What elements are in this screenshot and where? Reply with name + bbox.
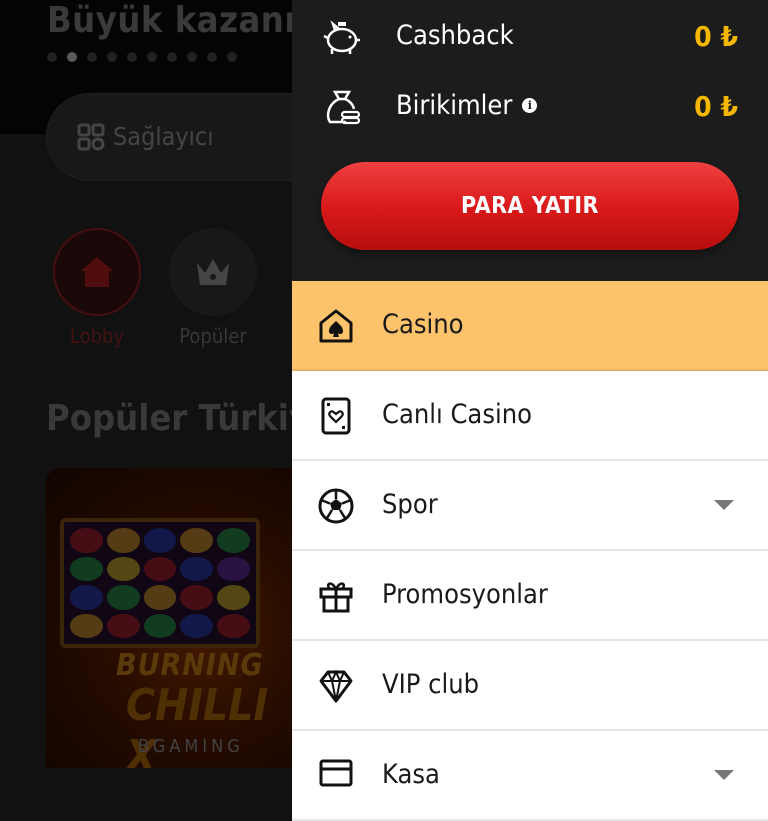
menu-item-sports[interactable]: Spor [292,461,768,551]
savings-row: Birikimler i 0 ₺ [292,78,768,138]
menu-item-vip-club[interactable]: VIP club [292,641,768,731]
menu-item-promotions[interactable]: Promosyonlar [292,551,768,641]
menu-item-casino[interactable]: Casino [292,281,768,371]
savings-name: Birikimler i [396,90,538,121]
main-menu: Casino Canlı Casino Spor Promosyonlar VI… [292,281,768,821]
menu-item-label: Spor [382,489,438,520]
info-icon[interactable]: i [522,98,538,113]
menu-item-cashier[interactable]: Kasa [292,731,768,821]
gift-icon [319,582,353,613]
chevron-down-icon[interactable] [714,500,734,510]
money-bag-icon [326,90,361,125]
savings-amount: 0 ₺ [694,90,738,123]
menu-item-label: VIP club [382,669,480,700]
chevron-down-icon[interactable] [714,770,734,780]
soccer-ball-icon [318,488,354,524]
diamond-icon [319,669,353,703]
piggy-bank-icon [323,20,360,54]
cashier-icon [319,759,353,787]
savings-label: Birikimler [396,90,513,121]
menu-item-label: Kasa [382,759,440,790]
cashback-label: Cashback [396,20,514,51]
menu-item-label: Promosyonlar [382,579,548,610]
wallet-section: Cashback 0 ₺ Birikimler i 0 ₺ PARA YATIR [292,0,768,281]
casino-icon [319,309,353,343]
cashback-amount: 0 ₺ [694,20,738,53]
side-menu-drawer: Cashback 0 ₺ Birikimler i 0 ₺ PARA YATIR [292,0,768,821]
menu-item-label: Casino [382,309,464,340]
menu-item-live-casino[interactable]: Canlı Casino [292,371,768,461]
deposit-button[interactable]: PARA YATIR [321,162,739,250]
menu-item-label: Canlı Casino [382,399,532,430]
playing-card-icon [321,397,351,435]
cashback-row: Cashback 0 ₺ [292,8,768,68]
